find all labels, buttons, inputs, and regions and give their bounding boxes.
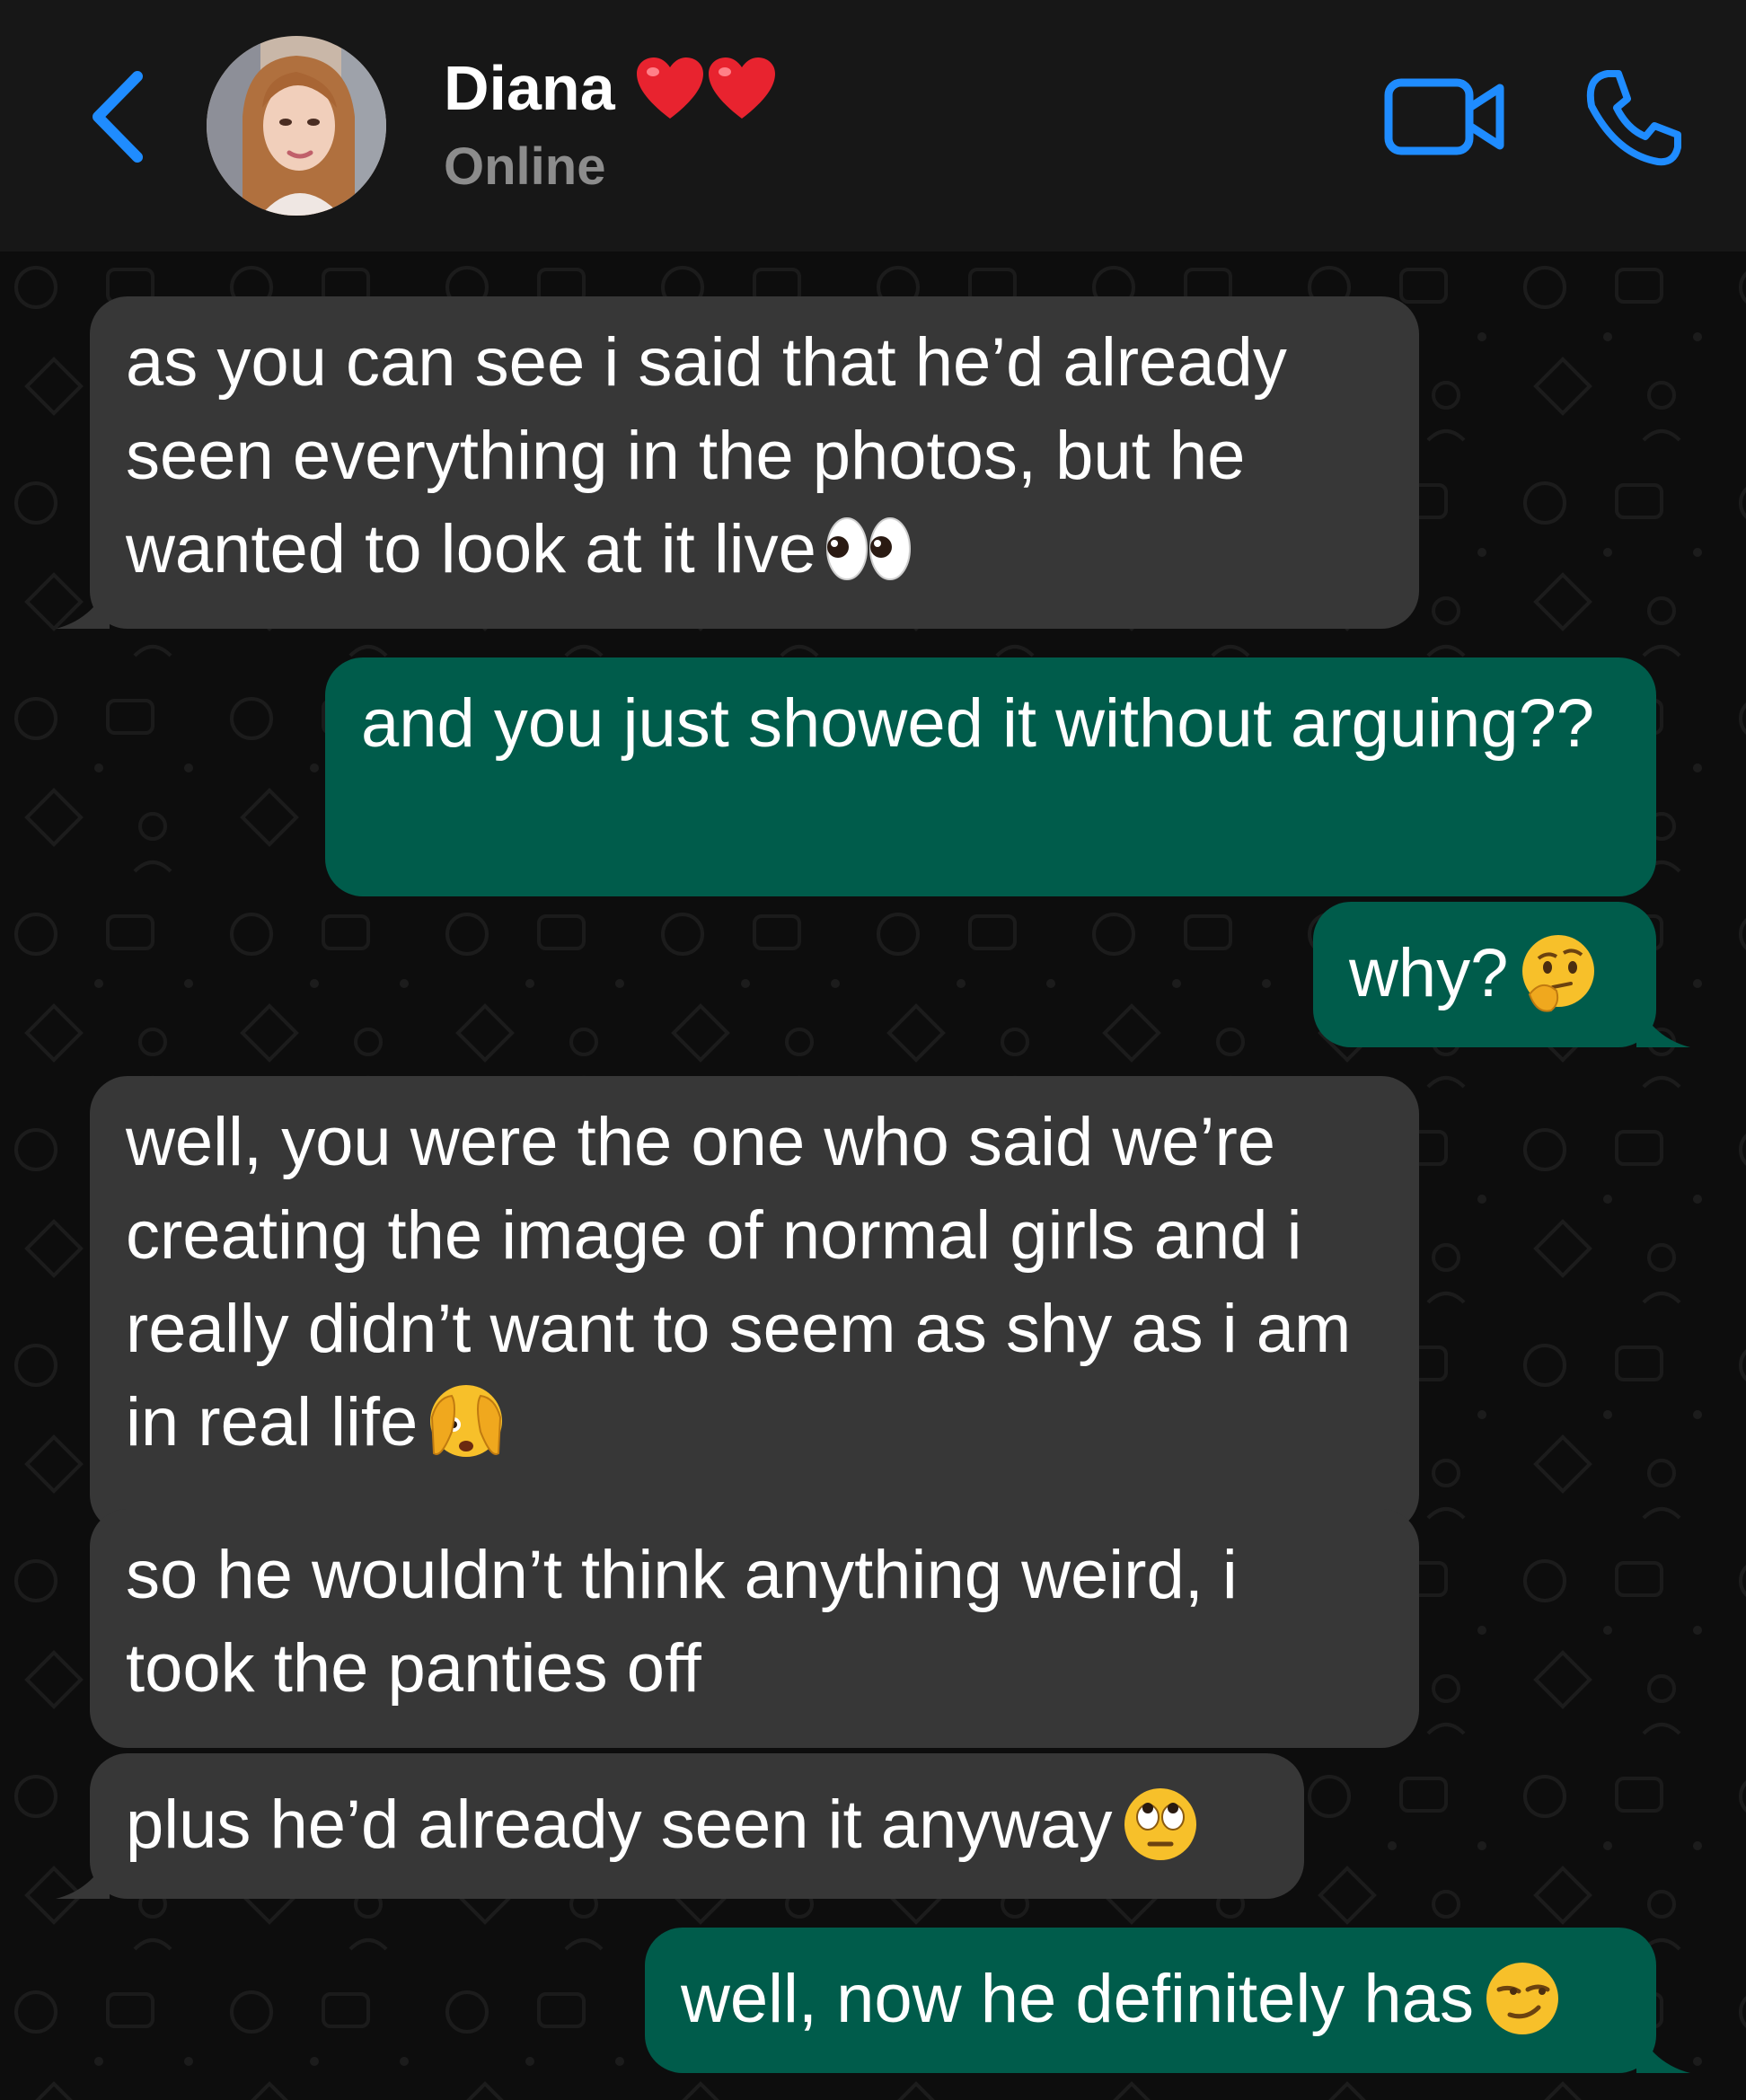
incoming-message[interactable]: so he wouldn’t think anything weird, i t… (90, 1509, 1419, 1748)
avatar[interactable] (207, 36, 386, 216)
contact-name-text: Diana (444, 53, 615, 123)
heart-emoji-icon (636, 57, 703, 119)
message-text: and you just showed it without arguing?? (361, 685, 1595, 762)
outgoing-message[interactable]: and you just showed it without arguing?? (325, 657, 1656, 896)
smirking-face-emoji-icon (1486, 1962, 1558, 2034)
rolling-eyes-emoji-icon (1124, 1787, 1197, 1860)
incoming-message[interactable]: as you can see i said that he’d already … (56, 296, 1419, 629)
incoming-message[interactable]: plus he’d already seen it anyway (56, 1753, 1304, 1899)
face-with-peeking-eye-emoji-icon (430, 1384, 503, 1457)
message-text: well, you were the one who said we’re cr… (126, 1104, 1352, 1460)
heart-emoji-icon (708, 57, 775, 119)
message-text: why? (1349, 935, 1509, 1011)
contact-name[interactable]: Diana (444, 52, 777, 124)
message-text: plus he’d already seen it anyway (126, 1787, 1113, 1863)
video-call-icon[interactable] (1383, 72, 1507, 162)
hearts (633, 56, 777, 120)
thinking-face-emoji-icon (1522, 934, 1595, 1012)
eyes-emoji-icon (825, 516, 911, 580)
contact-status: Online (444, 137, 606, 196)
message-text: as you can see i said that he’d already … (126, 324, 1287, 587)
chat-header: Diana Online (0, 0, 1746, 251)
back-icon[interactable] (85, 67, 148, 166)
chat-area[interactable]: as you can see i said that he’d already … (0, 251, 1746, 2100)
message-text: well, now he definitely has (681, 1961, 1474, 2037)
outgoing-message[interactable]: why? (1313, 902, 1690, 1047)
phone-call-icon[interactable] (1581, 65, 1687, 171)
incoming-message[interactable]: well, you were the one who said we’re cr… (90, 1076, 1419, 1532)
outgoing-message[interactable]: well, now he definitely has (645, 1928, 1690, 2073)
message-text: so he wouldn’t think anything weird, i t… (126, 1537, 1238, 1707)
